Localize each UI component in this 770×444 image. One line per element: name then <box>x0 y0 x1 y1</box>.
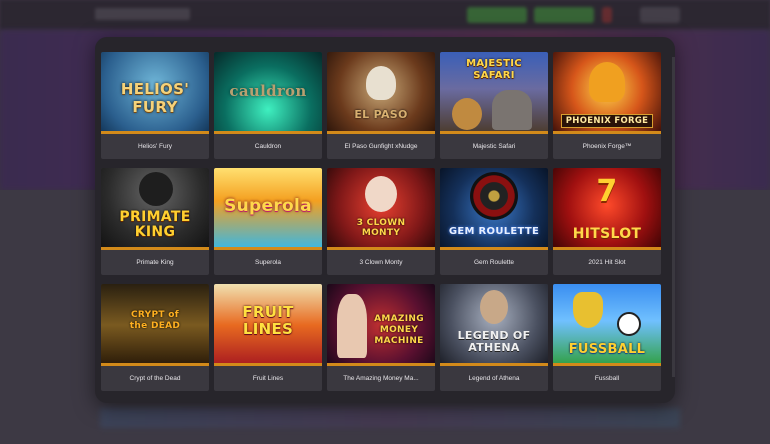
game-title: Superola <box>254 259 282 266</box>
roulette-wheel-icon <box>470 172 518 220</box>
game-title: El Paso Gunfight xNudge <box>344 143 418 150</box>
gorilla-icon <box>139 172 173 206</box>
elephant-icon <box>492 90 532 130</box>
game-title: Cauldron <box>254 143 282 150</box>
game-thumbnail: LEGEND OF ATHENA <box>440 284 548 366</box>
game-thumbnail: CRYPT of the DEAD <box>101 284 209 366</box>
game-card-crypt-of-the-dead[interactable]: CRYPT of the DEAD Crypt of the Dead <box>101 284 209 391</box>
character-icon <box>337 294 367 358</box>
site-logo <box>95 8 190 20</box>
scrollbar[interactable] <box>672 57 675 377</box>
game-logo: PRIMATE KING <box>119 209 191 240</box>
game-card-legend-of-athena[interactable]: LEGEND OF ATHENA Legend of Athena <box>440 284 548 391</box>
game-title: Majestic Safari <box>472 143 516 150</box>
game-picker-modal: HELIOS' FURY Helios' Fury cauldron Cauld… <box>95 37 675 403</box>
game-thumbnail: PRIMATE KING <box>101 168 209 250</box>
game-card-phoenix-forge[interactable]: PHOENIX FORGE Phoenix Forge™ <box>553 52 661 159</box>
game-logo: CRYPT of the DEAD <box>129 310 181 331</box>
game-thumbnail: Superola <box>214 168 322 250</box>
game-grid: HELIOS' FURY Helios' Fury cauldron Cauld… <box>101 52 661 391</box>
game-logo: HITSLOT <box>572 226 642 242</box>
background-strip <box>100 408 680 428</box>
seven-icon: 7 <box>596 174 618 209</box>
game-title: The Amazing Money Ma... <box>343 375 419 382</box>
game-card-superola[interactable]: Superola Superola <box>214 168 322 275</box>
game-logo: HELIOS' FURY <box>120 80 190 116</box>
game-thumbnail: PHOENIX FORGE <box>553 52 661 134</box>
background-header <box>0 0 770 30</box>
game-title: 2021 Hit Slot <box>588 259 626 266</box>
game-logo: MAJESTIC SAFARI <box>466 58 522 81</box>
game-card-fruit-lines[interactable]: FRUIT LINES Fruit Lines <box>214 284 322 391</box>
game-logo: FRUIT LINES <box>242 303 294 338</box>
game-title: Phoenix Forge™ <box>582 143 632 150</box>
game-logo: FUSSBALL <box>568 342 646 357</box>
clown-icon <box>365 176 397 212</box>
game-thumbnail: FUSSBALL <box>553 284 661 366</box>
game-title: Crypt of the Dead <box>129 375 181 382</box>
game-card-fussball[interactable]: FUSSBALL Fussball <box>553 284 661 391</box>
game-thumbnail: EL PASO <box>327 52 435 134</box>
game-title: Legend of Athena <box>468 375 520 382</box>
game-logo: PHOENIX FORGE <box>561 114 653 128</box>
game-title: Primate King <box>136 259 174 266</box>
game-logo: GEM ROULETTE <box>448 226 540 237</box>
game-title: Fruit Lines <box>252 375 284 382</box>
game-title: 3 Clown Monty <box>359 259 403 266</box>
game-logo: LEGEND OF ATHENA <box>457 329 531 354</box>
game-title: Helios' Fury <box>137 143 173 150</box>
game-card-helios-fury[interactable]: HELIOS' FURY Helios' Fury <box>101 52 209 159</box>
game-card-amazing-money-machine[interactable]: AMAZING MONEY MACHINE The Amazing Money … <box>327 284 435 391</box>
game-card-gem-roulette[interactable]: GEM ROULETTE Gem Roulette <box>440 168 548 275</box>
game-thumbnail: FRUIT LINES <box>214 284 322 366</box>
game-thumbnail: 7 HITSLOT <box>553 168 661 250</box>
skull-icon <box>366 66 396 100</box>
game-logo: Superola <box>224 196 312 216</box>
game-thumbnail: GEM ROULETTE <box>440 168 548 250</box>
game-title: Fussball <box>594 375 620 382</box>
game-card-el-paso-gunfight[interactable]: EL PASO El Paso Gunfight xNudge <box>327 52 435 159</box>
game-thumbnail: 3 CLOWN MONTY <box>327 168 435 250</box>
background-button <box>640 7 680 23</box>
game-thumbnail: cauldron <box>214 52 322 134</box>
game-card-cauldron[interactable]: cauldron Cauldron <box>214 52 322 159</box>
lion-icon <box>452 98 482 130</box>
football-icon <box>617 312 641 336</box>
game-thumbnail: AMAZING MONEY MACHINE <box>327 284 435 366</box>
background-button <box>602 7 612 23</box>
game-card-primate-king[interactable]: PRIMATE KING Primate King <box>101 168 209 275</box>
game-logo: 3 CLOWN MONTY <box>356 218 406 238</box>
game-card-2021-hit-slot[interactable]: 7 HITSLOT 2021 Hit Slot <box>553 168 661 275</box>
phoenix-icon <box>589 62 625 102</box>
game-card-majestic-safari[interactable]: MAJESTIC SAFARI Majestic Safari <box>440 52 548 159</box>
game-thumbnail: MAJESTIC SAFARI <box>440 52 548 134</box>
game-thumbnail: HELIOS' FURY <box>101 52 209 134</box>
game-logo: AMAZING MONEY MACHINE <box>374 314 424 346</box>
trophy-icon <box>573 292 603 328</box>
game-logo: cauldron <box>229 82 307 100</box>
game-card-3-clown-monty[interactable]: 3 CLOWN MONTY 3 Clown Monty <box>327 168 435 275</box>
athena-icon <box>480 290 508 324</box>
game-title: Gem Roulette <box>473 259 515 266</box>
game-logo: EL PASO <box>354 108 408 121</box>
background-button <box>467 7 527 23</box>
background-button <box>534 7 594 23</box>
